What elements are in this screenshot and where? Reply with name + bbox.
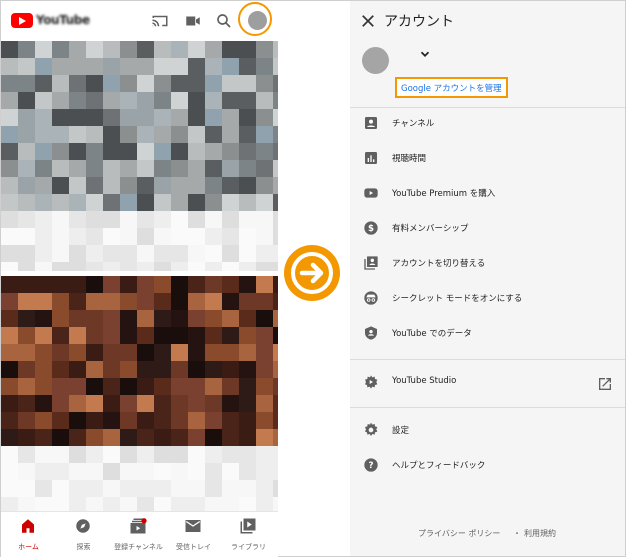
menu-item-paid-membership[interactable]: $ 有料メンバーシップ bbox=[350, 214, 625, 244]
video-thumbnail-2[interactable] bbox=[1, 276, 278, 511]
cast-icon[interactable] bbox=[151, 12, 169, 30]
nav-inbox-label: 受信トレイ bbox=[176, 543, 211, 551]
manage-google-account-label: Google アカウントを管理 bbox=[401, 84, 502, 94]
library-icon bbox=[240, 518, 256, 534]
close-icon[interactable] bbox=[359, 12, 377, 30]
paid-membership-icon: $ bbox=[364, 221, 378, 235]
menu-item-youtube-premium-label: YouTube Premium を購入 bbox=[392, 189, 496, 199]
home-icon bbox=[22, 519, 34, 533]
nav-library-label: ライブラリ bbox=[231, 543, 266, 551]
highlight-ring bbox=[238, 2, 272, 36]
menu-item-switch-account-label: アカウントを切り替える bbox=[392, 259, 486, 269]
menu-item-your-data[interactable]: YouTube でのデータ bbox=[350, 319, 625, 349]
divider bbox=[350, 407, 625, 408]
arrow-right-icon bbox=[291, 252, 333, 294]
menu-item-settings-label: 設定 bbox=[392, 426, 410, 436]
account-footer: プライバシー ポリシー ・ 利用規約 bbox=[350, 528, 625, 542]
channel-icon bbox=[365, 117, 377, 129]
youtube-logo[interactable]: YouTube bbox=[11, 13, 90, 29]
footer-separator: ・ bbox=[513, 529, 521, 538]
divider bbox=[350, 107, 625, 108]
menu-item-incognito[interactable]: シークレット モードをオンにする bbox=[350, 284, 625, 314]
manage-google-account-button[interactable]: Google アカウントを管理 bbox=[395, 77, 508, 98]
menu-item-paid-membership-label: 有料メンバーシップ bbox=[392, 224, 469, 234]
svg-text:$: $ bbox=[368, 224, 374, 234]
video-feed[interactable] bbox=[1, 41, 278, 511]
nav-home[interactable]: ホーム bbox=[1, 512, 56, 557]
inbox-icon bbox=[185, 520, 201, 532]
your-data-icon bbox=[365, 326, 377, 340]
nav-subscriptions[interactable]: 登録チャンネル bbox=[111, 512, 166, 557]
account-header: アカウント bbox=[350, 1, 625, 41]
svg-text:?: ? bbox=[368, 461, 373, 471]
incognito-icon bbox=[364, 291, 378, 305]
screenshot-frame: YouTube ホーム 探索 登録チャンネル 受信トレイ ライブラリ アカウント… bbox=[0, 0, 626, 557]
app-top-bar: YouTube bbox=[1, 1, 278, 41]
open-external-icon[interactable] bbox=[597, 376, 613, 392]
subscriptions-icon bbox=[130, 518, 147, 534]
menu-item-watch-time-label: 視聴時間 bbox=[392, 154, 427, 164]
menu-item-your-data-label: YouTube でのデータ bbox=[392, 329, 472, 339]
video-thumbnail-1[interactable] bbox=[1, 41, 278, 271]
terms-link[interactable]: 利用規約 bbox=[524, 528, 556, 539]
privacy-policy-link[interactable]: プライバシー ポリシー bbox=[418, 528, 500, 539]
nav-home-label: ホーム bbox=[18, 543, 39, 551]
studio-icon bbox=[365, 375, 378, 389]
help-icon: ? bbox=[364, 458, 378, 472]
nav-explore-label: 探索 bbox=[76, 543, 91, 551]
nav-library[interactable]: ライブラリ bbox=[221, 512, 276, 557]
menu-item-youtube-studio-label: YouTube Studio bbox=[392, 376, 457, 386]
account-title: アカウント bbox=[384, 14, 454, 30]
youtube-logo-text: YouTube bbox=[36, 13, 90, 27]
menu-item-channel-label: チャンネル bbox=[392, 119, 435, 129]
settings-icon bbox=[365, 422, 378, 436]
divider bbox=[350, 359, 625, 360]
chevron-down-icon[interactable] bbox=[418, 47, 432, 61]
nav-subscriptions-label: 登録チャンネル bbox=[114, 543, 163, 551]
watch-time-icon bbox=[365, 152, 377, 164]
menu-item-incognito-label: シークレット モードをオンにする bbox=[392, 294, 523, 304]
youtube-premium-icon bbox=[364, 188, 378, 198]
menu-item-watch-time[interactable]: 視聴時間 bbox=[350, 144, 625, 174]
switch-account-icon bbox=[364, 256, 378, 270]
explore-icon bbox=[76, 519, 90, 533]
menu-item-settings[interactable]: 設定 bbox=[350, 416, 625, 446]
menu-item-channel[interactable]: チャンネル bbox=[350, 109, 625, 139]
search-icon[interactable] bbox=[215, 12, 233, 30]
menu-item-help-feedback[interactable]: ? ヘルプとフィードバック bbox=[350, 451, 625, 481]
nav-explore[interactable]: 探索 bbox=[56, 512, 111, 557]
menu-item-youtube-studio[interactable]: YouTube Studio bbox=[350, 368, 625, 398]
nav-inbox[interactable]: 受信トレイ bbox=[166, 512, 221, 557]
menu-item-youtube-premium[interactable]: YouTube Premium を購入 bbox=[350, 179, 625, 209]
menu-item-switch-account[interactable]: アカウントを切り替える bbox=[350, 249, 625, 279]
bottom-navigation: ホーム 探索 登録チャンネル 受信トレイ ライブラリ bbox=[1, 511, 278, 557]
youtube-home-screen: YouTube ホーム 探索 登録チャンネル 受信トレイ ライブラリ bbox=[1, 1, 278, 557]
menu-item-help-feedback-label: ヘルプとフィードバック bbox=[392, 461, 486, 471]
account-panel: アカウント Google アカウントを管理 チャンネル 視聴時間 YouTube… bbox=[350, 1, 625, 556]
account-avatar-large bbox=[362, 47, 389, 74]
video-camera-icon[interactable] bbox=[184, 12, 202, 30]
youtube-play-icon bbox=[11, 13, 33, 28]
transition-arrow bbox=[284, 245, 340, 301]
